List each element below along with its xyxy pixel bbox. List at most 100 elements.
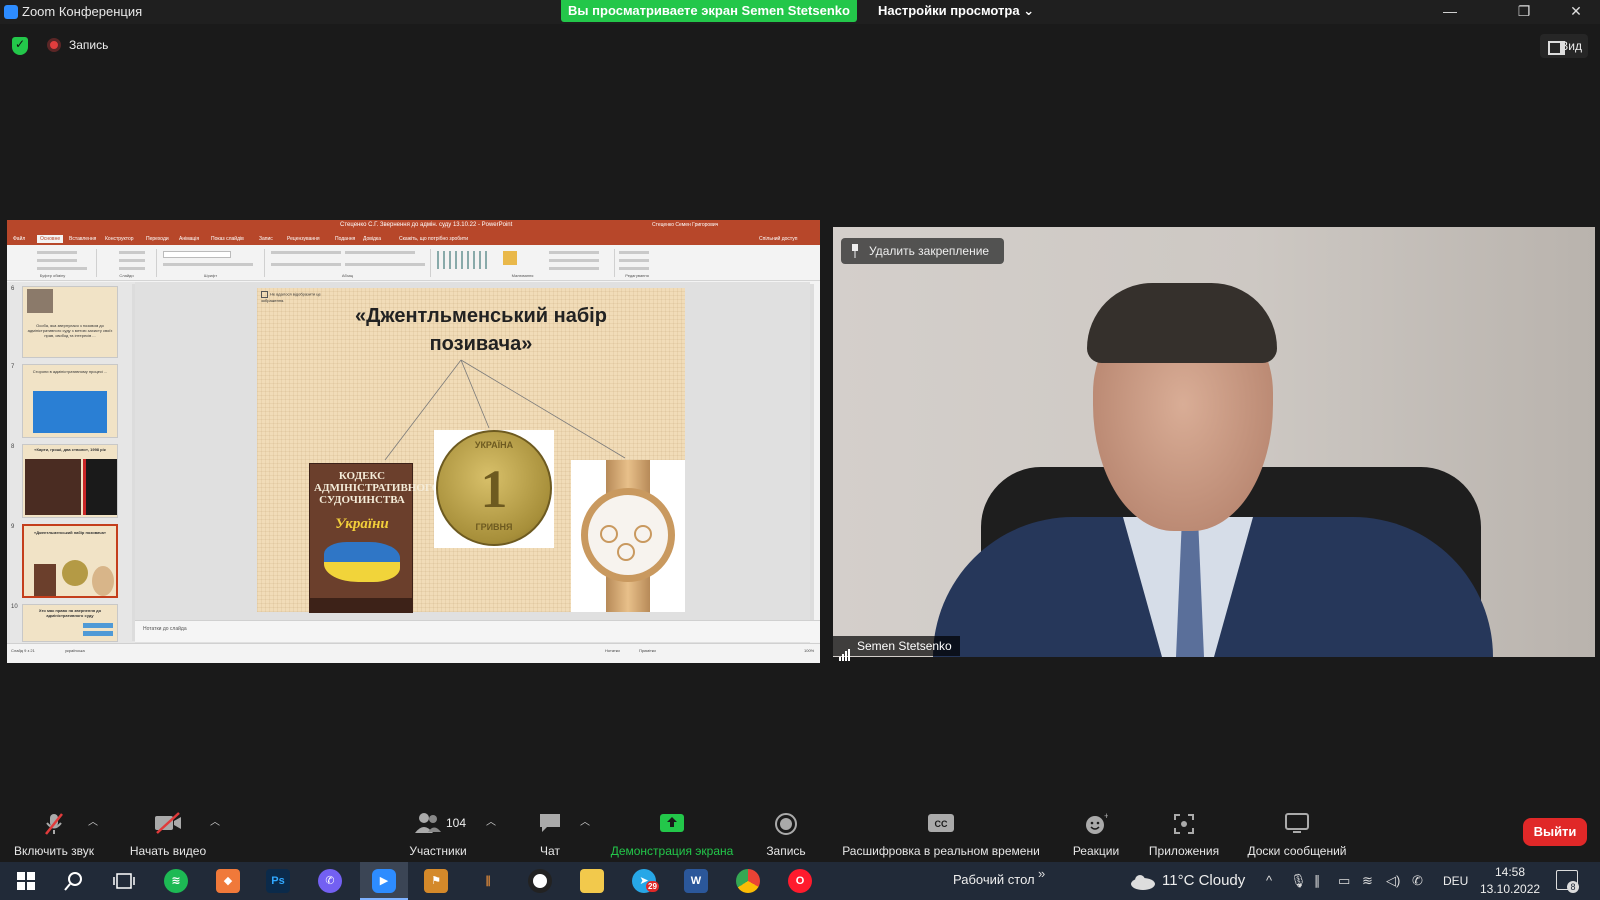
speaker-icon[interactable]: ◁) xyxy=(1386,873,1400,889)
recording-label: Запись xyxy=(69,38,109,52)
ppt-ribbon-tabs: Файл Основне Вставлення Конструктор Пере… xyxy=(7,234,820,245)
start-video-button[interactable]: Начать видео xyxy=(118,800,218,858)
app-orange-icon[interactable]: ◆ xyxy=(216,869,240,893)
chevron-up-icon[interactable]: ︿ xyxy=(210,813,220,828)
chat-label: Чат xyxy=(540,844,560,858)
record-label: Запись xyxy=(766,844,806,858)
slide-thumb[interactable]: Сторони в адміністративному процесі ... xyxy=(22,364,118,438)
ppt-tab[interactable]: Конструктор xyxy=(105,236,134,242)
ppt-tab[interactable]: Довідка xyxy=(363,236,381,242)
current-slide[interactable]: Не вдалося відобразити це зображення. «Д… xyxy=(257,288,685,613)
ppt-tab[interactable]: Показ слайдів xyxy=(211,236,244,242)
windows-start-icon[interactable] xyxy=(14,869,38,893)
coin-image: УКРАЇНА 1 ГРИВНЯ xyxy=(434,430,554,548)
clock-date[interactable]: 13.10.2022 xyxy=(1480,882,1540,896)
telegram-icon[interactable]: ➤ 29 xyxy=(632,869,659,893)
captions-button[interactable]: CC Расшифровка в реальном времени xyxy=(834,800,1048,858)
word-icon[interactable]: W xyxy=(684,869,708,893)
comments-toggle[interactable]: Примітки xyxy=(639,648,656,653)
notifications-badge: 8 xyxy=(1567,881,1579,893)
thumb-number: 10 xyxy=(11,604,18,610)
ribbon-group: Малювання xyxy=(431,249,615,278)
search-icon[interactable] xyxy=(62,869,86,893)
clock-time[interactable]: 14:58 xyxy=(1480,865,1540,879)
ppt-tab[interactable]: Файл xyxy=(13,236,25,242)
record-app-icon[interactable] xyxy=(528,869,552,893)
restore-icon[interactable]: ❐ xyxy=(1514,3,1534,20)
reactions-button[interactable]: + Реакции xyxy=(1064,800,1128,858)
chevron-up-icon[interactable]: ︿ xyxy=(580,813,590,828)
microphone-icon[interactable]: 🎙 xyxy=(1290,873,1307,889)
game-icon[interactable]: ⚑ xyxy=(424,869,448,893)
thumb-text: Особа, яка звернулася з позовом до адмін… xyxy=(27,323,113,338)
thumb-text: «Джентльменський набір позивача» xyxy=(33,530,107,535)
chevron-up-icon[interactable]: ︿ xyxy=(486,813,496,828)
ppt-tab[interactable]: Основне xyxy=(37,235,64,243)
notes-bar[interactable]: Нотатки до слайда xyxy=(135,620,820,642)
file-explorer-icon[interactable] xyxy=(580,869,604,893)
ribbon-group-label: Малювання xyxy=(511,273,534,278)
close-icon[interactable]: ✕ xyxy=(1566,3,1586,20)
slide-thumb[interactable]: «Карти, гроші, два стволи», 1998 рік xyxy=(22,444,118,518)
slide-thumb[interactable]: Особа, яка звернулася з позовом до адмін… xyxy=(22,286,118,358)
weather-text[interactable]: 11°C Cloudy xyxy=(1162,872,1245,889)
app-stripes-icon[interactable]: ∥ xyxy=(476,869,500,893)
ppt-tab[interactable]: Запис xyxy=(259,236,273,242)
slide-scrollbar[interactable] xyxy=(810,284,814,620)
svg-text:+: + xyxy=(1104,812,1108,821)
video-tile[interactable] xyxy=(833,227,1595,657)
chevron-up-icon[interactable]: ^ xyxy=(1266,873,1272,888)
taskbar: ≋ ◆ Ps ✆ ▶ ⚑ ∥ ➤ 29 W O Рабочий стол » 11… xyxy=(0,862,1600,900)
ppt-tab[interactable]: Анімація xyxy=(179,236,199,242)
unmute-button[interactable]: Включить звук xyxy=(4,800,104,858)
task-view-icon[interactable] xyxy=(112,869,136,893)
whiteboards-button[interactable]: Доски сообщений xyxy=(1236,800,1358,858)
zoom-icon[interactable]: ▶ xyxy=(372,869,396,893)
battery-icon[interactable]: ▭ xyxy=(1338,873,1350,889)
ppt-tab[interactable]: Скажіть, що потрібно зробити xyxy=(399,236,468,242)
viber-tray-icon[interactable]: ✆ xyxy=(1412,873,1423,889)
view-button[interactable]: Вид xyxy=(1540,34,1588,58)
ppt-tab[interactable]: Рецензування xyxy=(287,236,320,242)
record-button[interactable]: Запись xyxy=(756,800,816,858)
slide-thumb[interactable]: Хто має право на звернення до адміністра… xyxy=(22,604,118,642)
unpin-button[interactable]: Удалить закрепление xyxy=(841,238,1004,264)
ppt-tab[interactable]: Переходи xyxy=(146,236,169,242)
chevron-up-icon[interactable]: ︿ xyxy=(88,813,98,828)
chevron-right-icon[interactable]: » xyxy=(1038,866,1045,881)
ppt-title: Стеценко С.Г. Звернення до адмін. суду 1… xyxy=(340,222,513,228)
view-settings-button[interactable]: Настройки просмотра ⌄ xyxy=(878,0,1034,22)
participants-button[interactable]: 104 Участники xyxy=(396,800,480,858)
app-tray-icon[interactable]: ∥ xyxy=(1314,873,1321,889)
photoshop-icon[interactable]: Ps xyxy=(266,869,290,893)
chrome-icon[interactable] xyxy=(736,869,760,893)
share-screen-icon xyxy=(660,814,684,832)
thumb-number: 9 xyxy=(11,524,15,530)
image-error-note: Не вдалося відобразити це зображення. xyxy=(261,291,331,303)
slide-counter: Слайд 9 з 21 xyxy=(11,648,35,653)
thumb-number: 6 xyxy=(11,286,15,292)
chat-button[interactable]: Чат xyxy=(520,800,580,858)
slide-title[interactable]: «Джентльменський набір позивача» xyxy=(351,302,611,358)
participants-icon xyxy=(415,813,441,833)
zoom-level[interactable]: 100% xyxy=(804,648,814,653)
security-shield-icon[interactable] xyxy=(12,37,28,55)
ppt-status-bar: Слайд 9 з 21 українська Нотатки Примітки… xyxy=(7,643,820,663)
opera-icon[interactable]: O xyxy=(788,869,812,893)
share-screen-button[interactable]: Демонстрация экрана xyxy=(604,800,740,858)
notes-toggle[interactable]: Нотатки xyxy=(605,648,620,653)
slide-thumb-selected[interactable]: «Джентльменський набір позивача» xyxy=(22,524,118,598)
notifications-icon[interactable]: 8 xyxy=(1556,870,1579,893)
wifi-icon[interactable]: ≋ xyxy=(1362,873,1373,889)
spotify-icon[interactable]: ≋ xyxy=(164,869,188,893)
ppt-tab[interactable]: Спільний доступ xyxy=(759,236,797,242)
ppt-tab[interactable]: Подання xyxy=(335,236,355,242)
desktop-toolbar-label[interactable]: Рабочий стол xyxy=(953,872,1035,887)
exit-button[interactable]: Выйти xyxy=(1523,818,1587,846)
captions-icon-text: CC xyxy=(935,819,948,829)
viber-icon[interactable]: ✆ xyxy=(318,869,342,893)
language-indicator[interactable]: DEU xyxy=(1443,874,1468,888)
ppt-tab[interactable]: Вставлення xyxy=(69,236,96,242)
minimize-icon[interactable]: — xyxy=(1440,3,1460,19)
apps-button[interactable]: Приложения xyxy=(1142,800,1226,858)
